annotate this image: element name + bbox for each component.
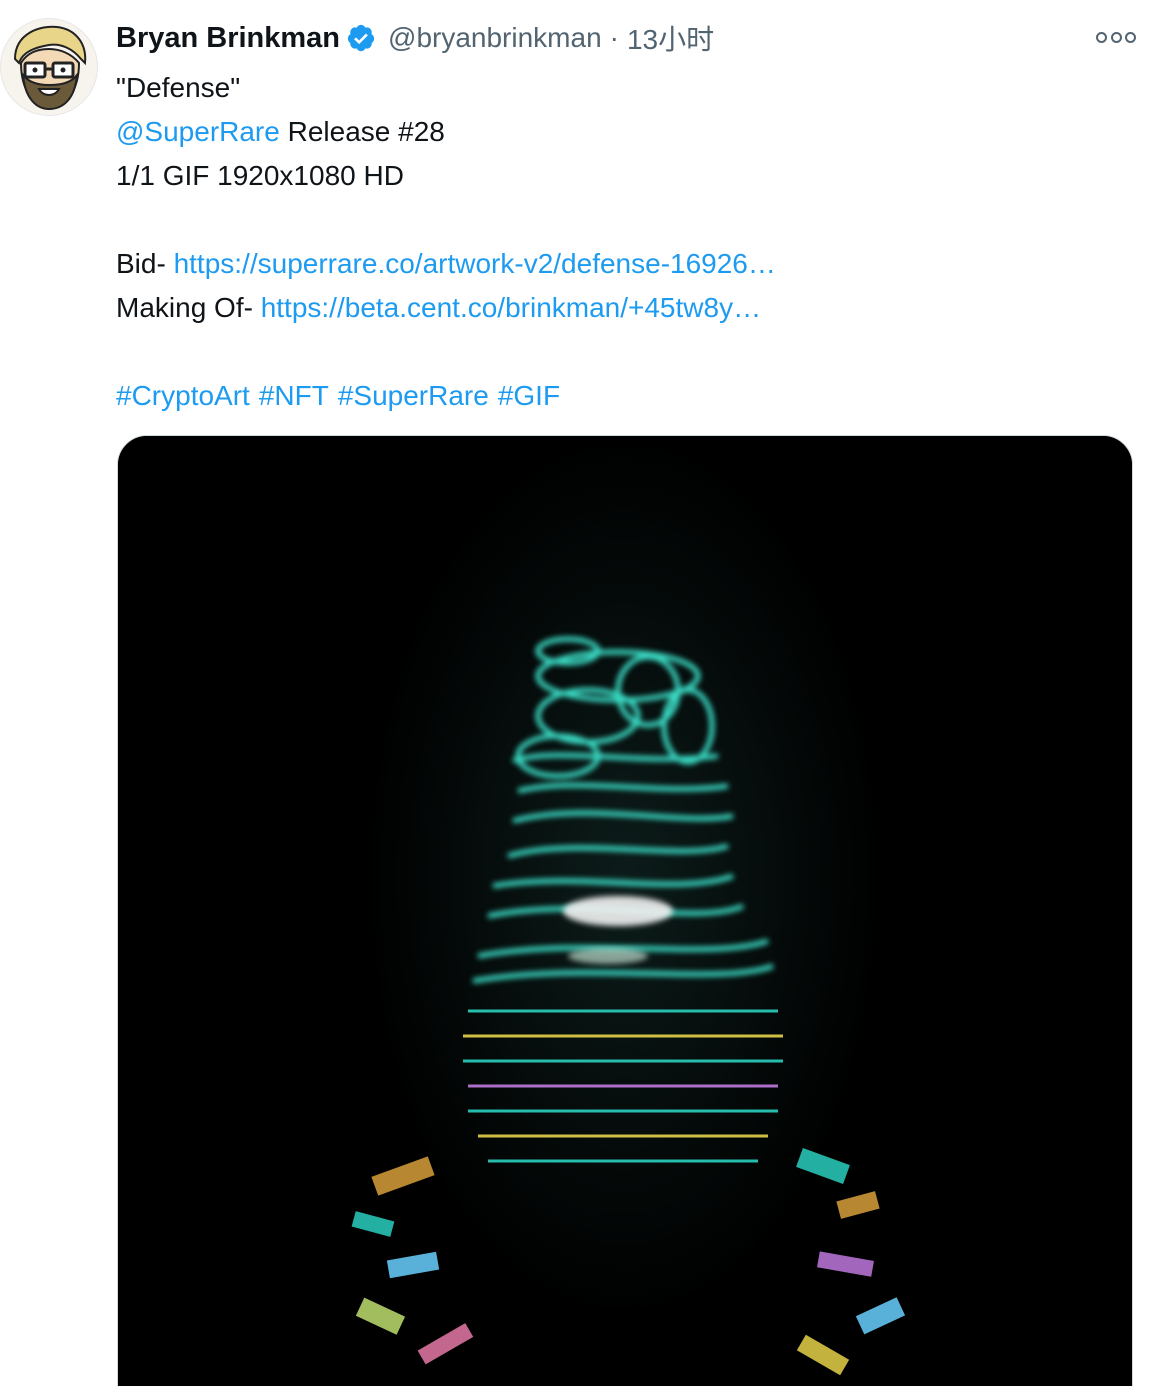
media-gif[interactable]	[117, 435, 1133, 1386]
release-line: @SuperRare Release #28	[116, 110, 1126, 154]
more-dot	[1125, 31, 1136, 43]
hashtag-link[interactable]: #CryptoArt	[116, 380, 250, 411]
bid-line: Bid- https://superrare.co/artwork-v2/def…	[116, 242, 1126, 286]
bid-label: Bid-	[116, 248, 174, 279]
hashtag-link[interactable]: #NFT	[259, 380, 329, 411]
making-of-label: Making Of-	[116, 292, 261, 323]
tweet-text: "Defense" @SuperRare Release #28 1/1 GIF…	[116, 66, 1126, 418]
hashtag-link[interactable]: #SuperRare	[338, 380, 489, 411]
tweet: Bryan Brinkman @bryanbrinkman · 13小时 "De…	[0, 0, 1176, 1386]
display-name[interactable]: Bryan Brinkman	[116, 22, 340, 55]
tweet-header: Bryan Brinkman @bryanbrinkman · 13小时	[116, 18, 714, 58]
more-options-icon[interactable]	[1096, 25, 1136, 49]
verified-badge-icon	[346, 23, 376, 53]
artwork-image	[118, 436, 1132, 1386]
hashtags-line: #CryptoArt #NFT #SuperRare #GIF	[116, 374, 1126, 418]
making-of-line: Making Of- https://beta.cent.co/brinkman…	[116, 286, 1126, 330]
more-dot	[1096, 31, 1107, 43]
cartoon-avatar-icon	[1, 19, 97, 115]
more-dot	[1110, 31, 1122, 43]
spec-line: 1/1 GIF 1920x1080 HD	[116, 160, 404, 191]
mention-link[interactable]: @SuperRare	[116, 116, 280, 147]
separator-dot: ·	[609, 22, 619, 53]
bid-link[interactable]: https://superrare.co/artwork-v2/defense-…	[174, 248, 776, 279]
hashtag-link[interactable]: #GIF	[498, 380, 560, 411]
timestamp[interactable]: 13小时	[627, 18, 714, 58]
title-line: "Defense"	[116, 72, 241, 103]
avatar[interactable]	[0, 18, 98, 116]
author-handle[interactable]: @bryanbrinkman	[388, 22, 602, 54]
making-of-link[interactable]: https://beta.cent.co/brinkman/+45tw8y…	[261, 292, 761, 323]
release-text: Release #28	[279, 116, 445, 147]
